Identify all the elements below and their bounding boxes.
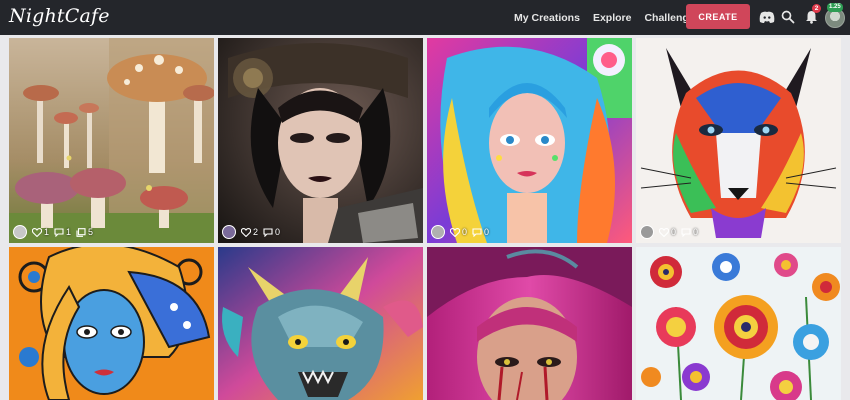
nav-explore[interactable]: Explore [593, 12, 632, 24]
card-stats: 1 1 5 [13, 225, 98, 239]
creation-image [636, 38, 841, 243]
comments-stat[interactable]: 0 [472, 227, 489, 237]
creation-image [9, 38, 214, 243]
creation-image [218, 38, 423, 243]
heart-icon [32, 227, 42, 237]
creation-image [427, 247, 632, 400]
create-button[interactable]: CREATE [686, 4, 750, 29]
card-stats: 0 0 [640, 225, 703, 239]
nav-links: My Creations Explore Challenges [514, 0, 713, 35]
comments-count: 0 [275, 227, 281, 237]
comments-stat[interactable]: 1 [54, 227, 71, 237]
nav-my-creations[interactable]: My Creations [514, 12, 580, 24]
creator-avatar[interactable] [640, 225, 654, 239]
comments-count: 0 [484, 227, 490, 237]
gallery-card[interactable] [218, 247, 423, 400]
comment-icon [54, 227, 64, 237]
gallery-card[interactable] [636, 247, 841, 400]
gallery-card[interactable]: 0 0 [636, 38, 841, 243]
comments-count: 1 [66, 227, 72, 237]
notification-badge: 2 [812, 4, 821, 13]
likes-stat[interactable]: 0 [450, 227, 467, 237]
comments-count: 0 [693, 227, 699, 237]
creation-image [636, 247, 841, 400]
comment-icon [263, 227, 273, 237]
heart-icon [241, 227, 251, 237]
credits-badge: 1.25 [827, 3, 843, 12]
creation-image [427, 38, 632, 243]
creator-avatar[interactable] [222, 225, 236, 239]
collection-icon [76, 227, 86, 237]
likes-stat[interactable]: 0 [659, 227, 676, 237]
collections-stat[interactable]: 5 [76, 227, 93, 237]
likes-count: 0 [462, 227, 468, 237]
creator-avatar[interactable] [431, 225, 445, 239]
gallery-card[interactable]: 1 1 5 [9, 38, 214, 243]
gallery-card[interactable]: 0 0 [427, 38, 632, 243]
search-icon[interactable] [779, 8, 797, 26]
comment-icon [681, 227, 691, 237]
discord-icon[interactable] [758, 8, 776, 26]
comments-stat[interactable]: 0 [681, 227, 698, 237]
comment-icon [472, 227, 482, 237]
creation-image [9, 247, 214, 400]
likes-count: 0 [671, 227, 677, 237]
gallery-card[interactable] [427, 247, 632, 400]
nightcafe-logo[interactable]: NightCafe [9, 5, 110, 27]
gallery-card[interactable]: 2 0 [218, 38, 423, 243]
heart-icon [659, 227, 669, 237]
card-stats: 0 0 [431, 225, 494, 239]
gallery-card[interactable] [9, 247, 214, 400]
collections-count: 5 [88, 227, 94, 237]
likes-count: 1 [44, 227, 50, 237]
likes-count: 2 [253, 227, 259, 237]
heart-icon [450, 227, 460, 237]
card-stats: 2 0 [222, 225, 285, 239]
top-navbar: NightCafe My Creations Explore Challenge… [0, 0, 850, 35]
creations-grid: 1 1 5 2 0 0 0 0 0 [0, 35, 850, 400]
creation-image [218, 247, 423, 400]
comments-stat[interactable]: 0 [263, 227, 280, 237]
likes-stat[interactable]: 1 [32, 227, 49, 237]
creator-avatar[interactable] [13, 225, 27, 239]
likes-stat[interactable]: 2 [241, 227, 258, 237]
